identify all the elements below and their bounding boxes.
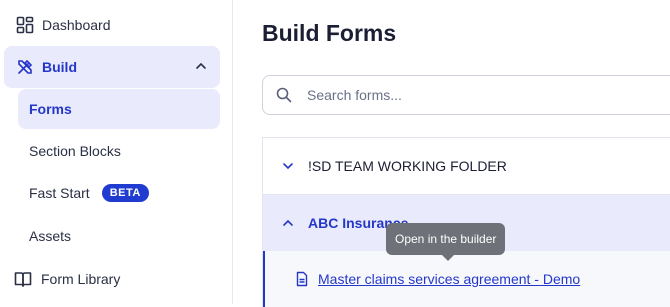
search-icon — [275, 86, 293, 104]
sidebar-item-label: Form Library — [41, 271, 121, 287]
search-bar[interactable] — [262, 75, 670, 115]
sidebar-item-label: Dashboard — [42, 17, 111, 33]
sidebar-item-build[interactable]: Build — [4, 46, 220, 88]
sidebar-subitem-fast-start[interactable]: Fast Start BETA — [18, 173, 220, 213]
sidebar-subitem-label: Assets — [29, 228, 72, 244]
main-content: Build Forms !SD TEAM WORKING FOLDER ABC … — [233, 0, 670, 307]
search-input[interactable] — [305, 86, 649, 104]
folder-list: !SD TEAM WORKING FOLDER ABC Insurance Ma… — [262, 137, 670, 307]
dashboard-grid-icon — [16, 16, 34, 34]
sidebar-subitem-label: Forms — [29, 101, 72, 117]
form-link[interactable]: Master claims services agreement - Demo — [318, 271, 580, 287]
sidebar-subitem-forms[interactable]: Forms — [18, 89, 220, 129]
sidebar-item-dashboard[interactable]: Dashboard — [16, 14, 111, 36]
page-title: Build Forms — [262, 20, 397, 46]
chevron-up-icon[interactable] — [281, 216, 295, 230]
beta-badge: BETA — [101, 184, 149, 202]
book-icon — [14, 270, 32, 288]
folder-name: !SD TEAM WORKING FOLDER — [308, 158, 507, 174]
folder-row[interactable]: !SD TEAM WORKING FOLDER — [263, 138, 670, 195]
sidebar-item-form-library[interactable]: Form Library — [14, 268, 120, 290]
document-icon — [294, 271, 310, 287]
sidebar-subitem-section-blocks[interactable]: Section Blocks — [18, 131, 220, 171]
chevron-up-icon[interactable] — [194, 59, 208, 73]
sidebar-subitem-label: Section Blocks — [29, 143, 121, 159]
form-row: Master claims services agreement - Demo — [263, 251, 670, 307]
build-tools-icon — [16, 58, 34, 76]
tooltip: Open in the builder — [386, 223, 506, 261]
sidebar-subitem-assets[interactable]: Assets — [18, 216, 220, 256]
sidebar: Dashboard Build Forms Section Blocks Fas… — [0, 0, 233, 304]
sidebar-item-label: Build — [42, 59, 77, 75]
chevron-down-icon[interactable] — [281, 159, 295, 173]
sidebar-subitem-label: Fast Start — [29, 185, 90, 201]
